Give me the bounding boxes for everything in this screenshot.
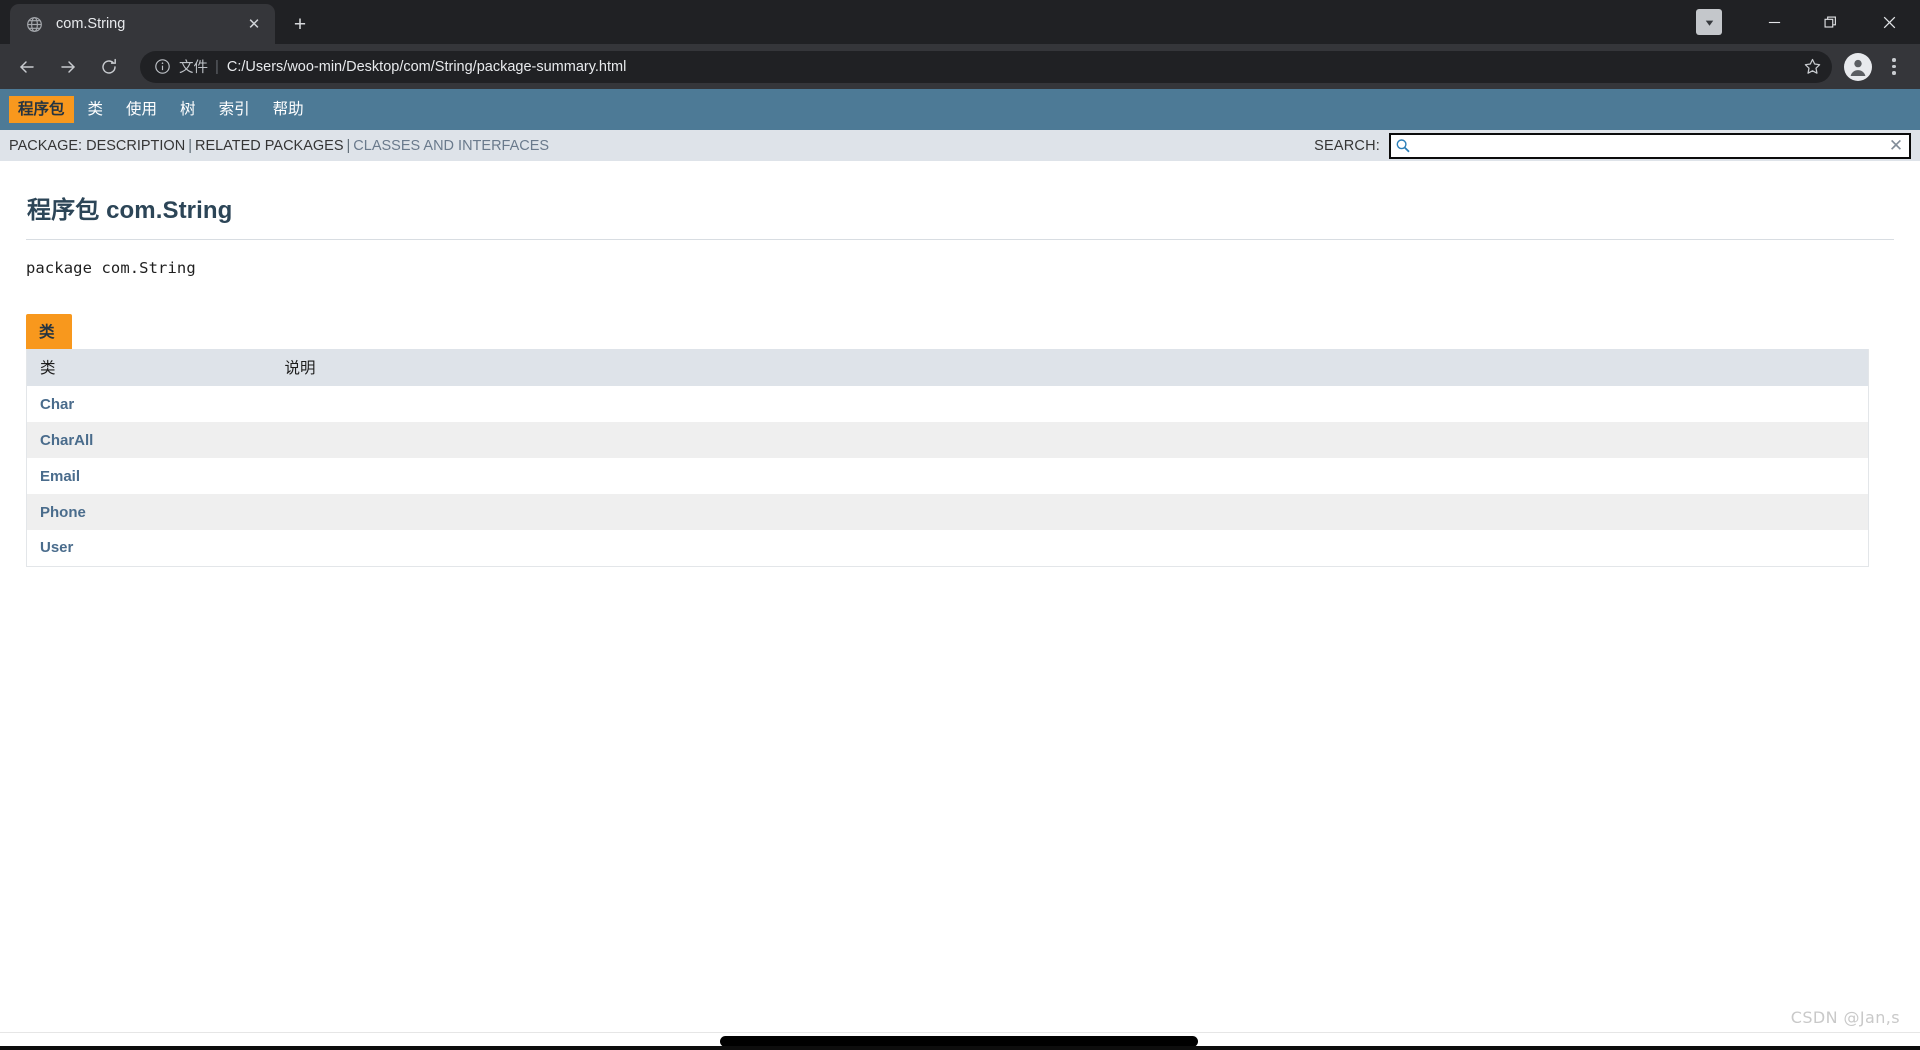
breadcrumb-package-label: PACKAGE: <box>9 138 82 154</box>
forward-arrow-icon[interactable] <box>49 48 87 86</box>
info-circle-icon <box>154 58 171 75</box>
table-row[interactable]: Phone <box>27 494 1869 530</box>
page-content: 程序包 类 使用 树 索引 帮助 PACKAGE: DESCRIPTION|RE… <box>0 89 1920 1050</box>
back-arrow-icon[interactable] <box>8 48 46 86</box>
class-description-cell <box>272 386 1869 422</box>
javadoc-top-nav: 程序包 类 使用 树 索引 帮助 <box>0 89 1920 130</box>
three-dot-menu-icon[interactable] <box>1878 51 1910 83</box>
table-row[interactable]: Email <box>27 458 1869 494</box>
browser-toolbar: 文件 | C:/Users/woo-min/Desktop/com/String… <box>0 44 1920 89</box>
package-declaration: package com.String <box>26 259 1894 277</box>
window-close-button[interactable] <box>1858 0 1920 44</box>
star-icon[interactable] <box>1798 53 1826 81</box>
search-label: SEARCH: <box>1314 138 1380 154</box>
class-link-charall[interactable]: CharAll <box>40 432 93 449</box>
class-link-cell[interactable]: Phone <box>27 494 272 530</box>
new-tab-button[interactable]: + <box>284 8 316 40</box>
nav-item-index[interactable]: 索引 <box>210 96 259 123</box>
url-scheme-label: 文件 <box>179 56 208 77</box>
class-link-cell[interactable]: User <box>27 530 272 566</box>
class-link-cell[interactable]: Char <box>27 386 272 422</box>
nav-item-help[interactable]: 帮助 <box>264 96 313 123</box>
table-tab-strip: 类 <box>26 314 1894 349</box>
table-col-header-class: 类 <box>27 349 272 386</box>
class-link-cell[interactable]: Email <box>27 458 272 494</box>
class-description-cell <box>272 458 1869 494</box>
class-link-user[interactable]: User <box>40 539 73 556</box>
avatar-icon[interactable] <box>1844 53 1872 81</box>
class-link-phone[interactable]: Phone <box>40 504 86 521</box>
globe-icon <box>26 16 43 33</box>
table-col-header-description: 说明 <box>272 349 1869 386</box>
tab-close-icon[interactable]: ✕ <box>243 13 265 35</box>
class-description-cell <box>272 494 1869 530</box>
javadoc-sub-nav: PACKAGE: DESCRIPTION|RELATED PACKAGES|CL… <box>0 130 1920 161</box>
nav-item-use[interactable]: 使用 <box>117 96 166 123</box>
nav-item-tree[interactable]: 树 <box>171 96 205 123</box>
table-row[interactable]: CharAll <box>27 422 1869 458</box>
window-bottom-edge <box>0 1046 1920 1050</box>
class-link-email[interactable]: Email <box>40 468 80 485</box>
close-icon[interactable]: ✕ <box>1887 137 1905 155</box>
class-description-cell <box>272 530 1869 566</box>
class-description-cell <box>272 422 1869 458</box>
breadcrumb-related-packages: RELATED PACKAGES <box>195 138 344 154</box>
chevron-down-icon[interactable] <box>1696 9 1722 35</box>
javadoc-body: 程序包 com.String package com.String 类 类 说明… <box>0 190 1920 567</box>
breadcrumb-pipe-2: | <box>347 138 351 154</box>
breadcrumb-description: DESCRIPTION <box>86 138 185 154</box>
watermark: CSDN @Jan,s <box>1791 1008 1900 1027</box>
search-input[interactable] <box>1391 135 1909 157</box>
title-divider <box>26 239 1894 240</box>
url-text[interactable]: C:/Users/woo-min/Desktop/com/String/pack… <box>227 59 1798 75</box>
table-header-row: 类 说明 <box>27 349 1869 386</box>
page-title: 程序包 com.String <box>27 190 1894 225</box>
address-bar[interactable]: 文件 | C:/Users/woo-min/Desktop/com/String… <box>140 51 1832 83</box>
class-link-char[interactable]: Char <box>40 396 74 413</box>
reload-icon[interactable] <box>90 48 128 86</box>
search-icon <box>1395 138 1411 154</box>
classes-table: 类 说明 Char CharAll Email <box>26 349 1869 567</box>
window-maximize-button[interactable] <box>1802 0 1858 44</box>
browser-tab[interactable]: com.String ✕ <box>10 4 275 44</box>
search-box[interactable]: ✕ <box>1389 133 1911 159</box>
nav-item-classes[interactable]: 类 <box>79 96 113 123</box>
table-row[interactable]: Char <box>27 386 1869 422</box>
breadcrumb-pipe-1: | <box>188 138 192 154</box>
table-tab-classes[interactable]: 类 <box>26 314 72 349</box>
url-separator: | <box>215 58 219 75</box>
window-minimize-button[interactable] <box>1746 0 1802 44</box>
class-link-cell[interactable]: CharAll <box>27 422 272 458</box>
breadcrumb: PACKAGE: DESCRIPTION|RELATED PACKAGES|CL… <box>9 138 549 154</box>
browser-window: com.String ✕ + <box>0 0 1920 1050</box>
search-area: SEARCH: ✕ <box>1314 133 1911 159</box>
window-controls <box>1696 0 1920 44</box>
tab-title: com.String <box>56 16 243 32</box>
table-row[interactable]: User <box>27 530 1869 566</box>
browser-title-bar: com.String ✕ + <box>0 0 1920 44</box>
classes-table-body: Char CharAll Email Phone <box>27 386 1869 566</box>
nav-item-packages[interactable]: 程序包 <box>9 96 74 123</box>
breadcrumb-classes-and-interfaces[interactable]: CLASSES AND INTERFACES <box>353 138 549 154</box>
